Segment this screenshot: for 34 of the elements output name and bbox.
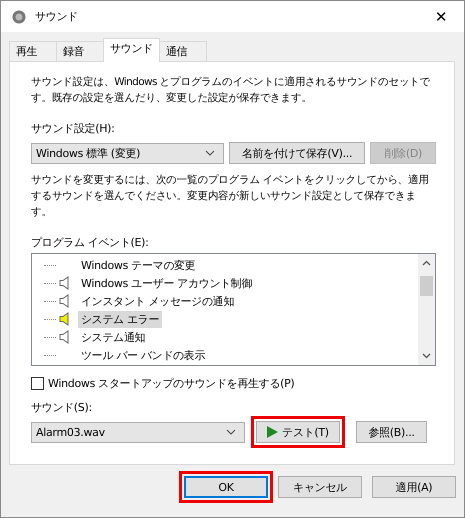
checkbox-label: Windows スタートアップのサウンドを再生する(P) bbox=[48, 376, 294, 391]
tab[interactable]: サウンド bbox=[103, 38, 160, 62]
scroll-down-icon[interactable] bbox=[422, 353, 431, 359]
dialog-button[interactable]: 適用(A) bbox=[372, 476, 456, 498]
save-as-button[interactable]: 名前を付けて保存(V)... bbox=[228, 142, 366, 164]
field-label: サウンド設定(H): bbox=[31, 121, 116, 137]
tab[interactable]: 通信 bbox=[158, 41, 207, 61]
scroll-up-icon[interactable] bbox=[422, 260, 431, 266]
caret-icon bbox=[226, 429, 236, 435]
close-button[interactable]: ✕ bbox=[418, 8, 464, 26]
field-label: プログラム イベント(E): bbox=[31, 235, 150, 251]
help-text: サウンドを変更するには、次の一覧のプログラム イベントをクリックしてから、適用するサウンドを選んでください。変更内容が新しいサウンド設定として保存できます。 bbox=[31, 173, 430, 220]
tab[interactable]: 再生 bbox=[9, 41, 57, 61]
event-item[interactable]: システム通知 bbox=[78, 328, 148, 346]
event-item[interactable]: Windows ユーザー アカウント制御 bbox=[78, 274, 256, 292]
test-button[interactable]: テスト(T) bbox=[256, 421, 340, 443]
event-list[interactable]: Windows テーマの変更 Windows ユーザー アカウント制御 インスタント メッセージの通知 システム エラー システム通知 ツール バー バンドの表示 bbox=[31, 253, 436, 366]
event-item[interactable]: ツール バー バンドの表示 bbox=[78, 346, 208, 364]
scheme-dropdown[interactable]: Windows 標準 (変更) bbox=[31, 142, 224, 164]
dialog-button[interactable]: OK bbox=[184, 476, 268, 498]
field-label: サウンド(S): bbox=[31, 400, 93, 416]
scroll-thumb[interactable] bbox=[420, 276, 433, 296]
browse-button[interactable]: 参照(B)... bbox=[356, 421, 427, 443]
scrollbar[interactable] bbox=[418, 254, 435, 365]
dialog-button[interactable]: キャンセル bbox=[278, 476, 362, 498]
event-item[interactable]: インスタント メッセージの通知 bbox=[78, 292, 237, 310]
caret-icon bbox=[204, 150, 215, 156]
event-item[interactable]: Windows テーマの変更 bbox=[78, 256, 198, 274]
description-text: サウンド設定は、Windows とプログラムのイベントに適用されるサウンドのセットです。既存の設定を選んだり、変更した設定が保存できます。 bbox=[31, 75, 432, 106]
checkbox[interactable] bbox=[31, 377, 44, 390]
sound-dropdown[interactable]: Alarm03.wav bbox=[31, 422, 245, 442]
event-item[interactable]: システム エラー bbox=[78, 310, 162, 328]
play-icon bbox=[267, 426, 278, 438]
window-title: サウンド bbox=[35, 9, 79, 24]
